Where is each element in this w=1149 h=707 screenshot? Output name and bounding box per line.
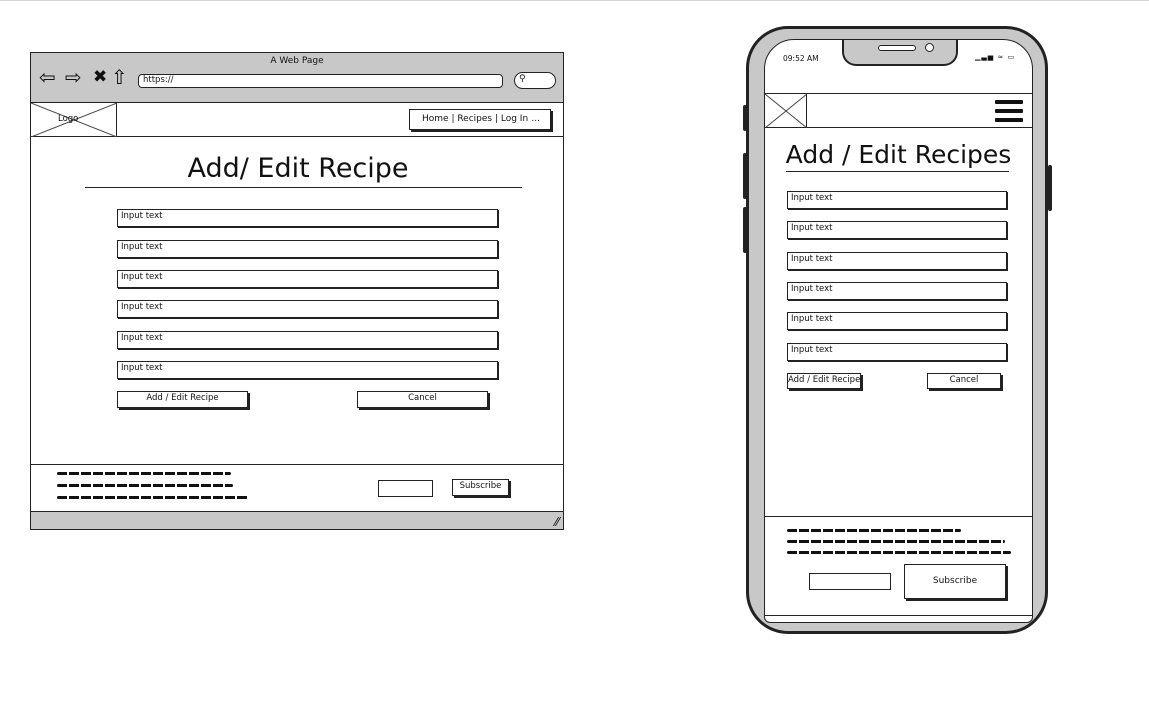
mobile-header (765, 93, 1032, 129)
phone-silent-switch (743, 105, 747, 131)
mobile-heading-underline (786, 171, 1009, 172)
recipe-input-6[interactable]: Input text (117, 361, 498, 379)
mobile-phone-wireframe: 09:52 AM ▁▃▅ ≈ ▭ Add / Edit Recipes Inpu… (743, 26, 1052, 634)
url-bar[interactable]: https:// (138, 74, 503, 88)
status-time: 09:52 AM (783, 54, 819, 63)
mobile-add-edit-recipe-button[interactable]: Add / Edit Recipe (787, 373, 861, 389)
footer-text-line (787, 529, 961, 532)
phone-volume-up (743, 153, 747, 199)
forward-arrow-icon[interactable]: ⇨ (65, 67, 82, 87)
mobile-logo-placeholder[interactable] (765, 93, 808, 129)
phone-power-button (1048, 165, 1052, 211)
recipe-input-4[interactable]: Input text (117, 300, 498, 318)
footer-text-line (787, 540, 1005, 543)
mobile-recipe-input-1[interactable]: Input text (787, 191, 1007, 209)
browser-status-bar: ⁄⁄ (31, 511, 563, 529)
image-placeholder-icon (765, 93, 808, 129)
hamburger-menu-icon[interactable] (995, 100, 1023, 124)
site-header: Logo Home | Recipes | Log In ... (31, 103, 563, 137)
cancel-button[interactable]: Cancel (357, 391, 488, 408)
mobile-recipe-input-3[interactable]: Input text (787, 252, 1007, 270)
add-edit-recipe-button[interactable]: Add / Edit Recipe (117, 391, 248, 408)
nav-more[interactable]: ... (531, 110, 540, 128)
mobile-page-title: Add / Edit Recipes (785, 140, 1012, 169)
home-icon[interactable]: ⇧ (111, 67, 128, 87)
logo-placeholder[interactable]: Logo (31, 103, 117, 137)
phone-notch (842, 40, 958, 66)
mobile-recipe-input-5[interactable]: Input text (787, 312, 1007, 330)
page-title: Add/ Edit Recipe (187, 153, 409, 184)
mobile-footer: Subscribe (765, 516, 1032, 616)
footer-text-line (57, 484, 233, 487)
subscribe-button[interactable]: Subscribe (452, 479, 509, 496)
mobile-recipe-input-2[interactable]: Input text (787, 221, 1007, 239)
logo-label: Logo (58, 114, 79, 124)
subscribe-email-input[interactable] (378, 480, 433, 497)
top-divider (0, 0, 1149, 1)
camera-icon (925, 43, 934, 52)
mobile-subscribe-email-input[interactable] (809, 573, 891, 590)
search-icon: ⚲ (519, 74, 526, 84)
recipe-input-3[interactable]: Input text (117, 270, 498, 288)
speaker-icon (878, 45, 916, 51)
battery-icon: ▭ (1007, 53, 1016, 61)
mobile-recipe-input-4[interactable]: Input text (787, 282, 1007, 300)
close-icon[interactable]: ✖ (93, 67, 107, 87)
recipe-input-1[interactable]: Input text (117, 209, 498, 227)
mobile-subscribe-button[interactable]: Subscribe (904, 564, 1006, 599)
browser-chrome: A Web Page ⇦ ⇨ ✖ ⇧ https:// ⚲ (31, 53, 563, 103)
search-button[interactable]: ⚲ (514, 72, 556, 89)
back-arrow-icon[interactable]: ⇦ (39, 67, 56, 87)
phone-screen: 09:52 AM ▁▃▅ ≈ ▭ Add / Edit Recipes Inpu… (764, 39, 1033, 623)
resize-grip-icon[interactable]: ⁄⁄ (555, 515, 559, 529)
mobile-cancel-button[interactable]: Cancel (927, 373, 1001, 389)
footer-text-line (57, 472, 231, 475)
recipe-input-5[interactable]: Input text (117, 331, 498, 349)
nav-links-text[interactable]: Home | Recipes | Log In (422, 114, 528, 124)
status-icons: ▁▃▅ ≈ ▭ (975, 53, 1015, 61)
signal-icon: ▁▃▅ (975, 53, 995, 61)
heading-underline (85, 187, 522, 188)
footer-text-line (787, 551, 1011, 554)
phone-volume-down (743, 207, 747, 253)
mobile-recipe-input-6[interactable]: Input text (787, 343, 1007, 361)
site-footer: Subscribe (31, 464, 563, 512)
nav-menu[interactable]: Home | Recipes | Log In ... (409, 109, 551, 130)
footer-text-line (57, 496, 249, 499)
recipe-input-2[interactable]: Input text (117, 240, 498, 258)
wifi-icon: ≈ (997, 53, 1005, 61)
desktop-browser-wireframe: A Web Page ⇦ ⇨ ✖ ⇧ https:// ⚲ Logo Home … (30, 52, 564, 530)
